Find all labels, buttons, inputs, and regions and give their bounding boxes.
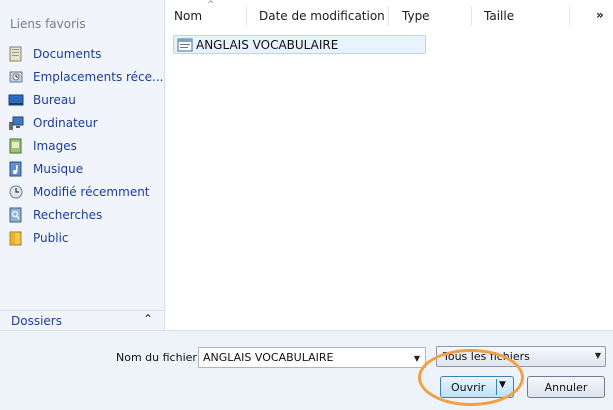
sidebar-item-desktop[interactable]: Bureau <box>8 88 163 111</box>
column-headers: ^ Nom Date de modification Type Taille » <box>166 0 613 28</box>
folders-label: Dossiers <box>11 314 62 328</box>
sidebar-item-music[interactable]: Musique <box>8 157 163 180</box>
chevron-up-icon: ⌃ <box>142 312 153 326</box>
sidebar-item-computer[interactable]: Ordinateur <box>8 111 163 134</box>
sidebar-item-label: Public <box>33 230 69 245</box>
open-button[interactable]: Ouvrir ▼ <box>440 376 514 398</box>
sidebar-item-label: Ordinateur <box>33 115 98 130</box>
sidebar-item-recently-changed[interactable]: Modifié récemment <box>8 180 163 203</box>
file-list-pane: ^ Nom Date de modification Type Taille »… <box>166 0 613 330</box>
music-icon <box>8 161 24 177</box>
sidebar-item-label: Documents <box>33 46 102 61</box>
column-header-type[interactable]: Type <box>402 9 430 23</box>
chevron-down-icon[interactable]: ▼ <box>411 352 423 364</box>
sidebar-item-public[interactable]: Public <box>8 226 163 249</box>
sidebar-item-pictures[interactable]: Images <box>8 134 163 157</box>
recent-places-icon <box>8 69 24 85</box>
sidebar-item-searches[interactable]: Recherches <box>8 203 163 226</box>
split-divider <box>496 379 497 395</box>
filetype-select[interactable]: Tous les fichiers ▼ <box>436 346 606 367</box>
column-header-date[interactable]: Date de modification <box>259 9 385 23</box>
documents-icon <box>8 46 24 62</box>
chevron-down-icon: ▼ <box>594 351 601 360</box>
more-columns-button[interactable]: » <box>596 8 604 22</box>
filetype-value: Tous les fichiers <box>443 350 530 363</box>
open-button-label: Ouvrir <box>451 381 486 394</box>
sidebar-item-recent-places[interactable]: Emplacements réce... <box>8 65 163 88</box>
column-divider[interactable] <box>246 6 247 26</box>
column-divider[interactable] <box>471 6 472 26</box>
column-header-size[interactable]: Taille <box>484 9 514 23</box>
favorites-header: Liens favoris <box>10 17 86 31</box>
folders-toggle[interactable]: Dossiers ⌃ <box>0 310 165 330</box>
column-divider[interactable] <box>388 6 389 26</box>
recently-changed-icon <box>8 184 24 200</box>
computer-icon <box>8 115 24 131</box>
column-divider[interactable] <box>569 6 570 26</box>
dialog-footer: Nom du fichier : ▼ Tous les fichiers ▼ O… <box>0 330 613 410</box>
favorites-list: Documents Emplacements réce... Bureau Or… <box>8 42 163 249</box>
public-folder-icon <box>8 230 24 246</box>
searches-icon <box>8 207 24 223</box>
sort-ascending-icon: ^ <box>207 0 215 10</box>
chevron-down-icon[interactable]: ▼ <box>499 380 506 390</box>
sidebar-item-label: Recherches <box>33 207 103 222</box>
sidebar-item-label: Emplacements réce... <box>33 69 164 84</box>
column-header-name[interactable]: Nom <box>174 9 202 23</box>
file-row[interactable]: ANGLAIS VOCABULAIRE <box>173 35 426 54</box>
sidebar-item-label: Images <box>33 138 77 153</box>
sidebar-item-documents[interactable]: Documents <box>8 42 163 65</box>
sidebar-item-label: Musique <box>33 161 84 176</box>
sidebar-item-label: Modifié récemment <box>33 184 150 199</box>
filename-input[interactable] <box>203 349 403 366</box>
document-file-icon <box>177 38 193 52</box>
pictures-icon <box>8 138 24 154</box>
favorites-pane: Liens favoris Documents Emplacements réc… <box>0 0 165 330</box>
filename-combobox[interactable]: ▼ <box>198 347 426 368</box>
cancel-button[interactable]: Annuler <box>527 376 605 398</box>
sidebar-item-label: Bureau <box>33 92 76 107</box>
desktop-icon <box>8 92 24 108</box>
filename-label: Nom du fichier : <box>116 351 205 364</box>
file-name: ANGLAIS VOCABULAIRE <box>196 37 339 52</box>
